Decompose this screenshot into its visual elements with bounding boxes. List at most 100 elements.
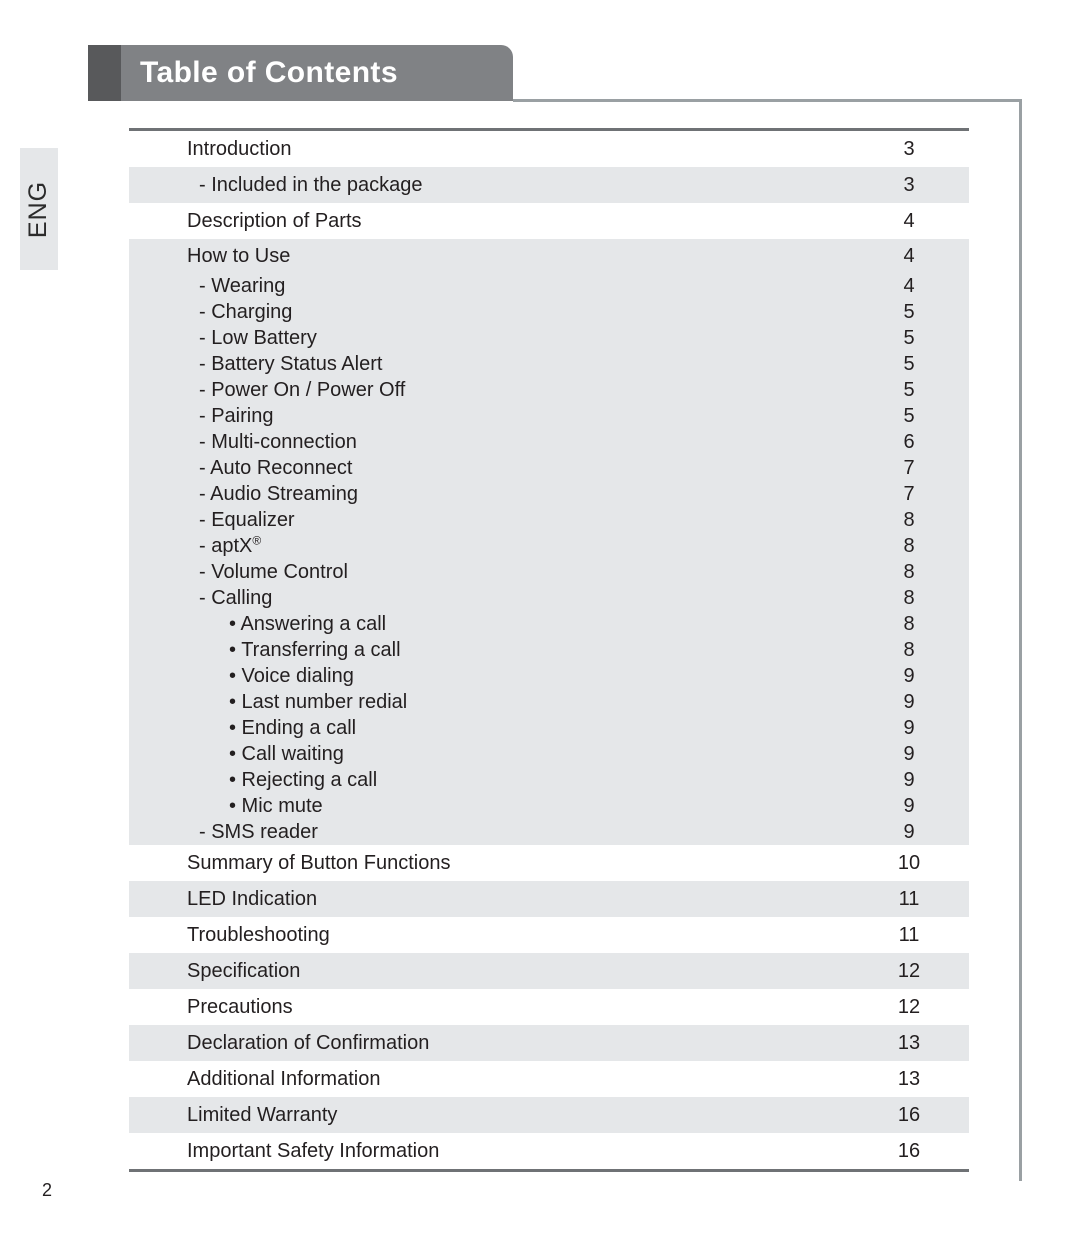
header-accent-block (88, 45, 121, 101)
toc-entry-label: How to Use (187, 244, 291, 267)
toc-row[interactable]: - Auto Reconnect 7 (129, 455, 969, 481)
toc-entry-label: • Voice dialing (229, 664, 354, 687)
toc-entry-label: - Power On / Power Off (199, 378, 406, 401)
toc-row[interactable]: How to Use 4 (129, 239, 969, 273)
toc-entry-label: • Last number redial (229, 690, 408, 713)
toc-entry-label: Summary of Button Functions (187, 851, 451, 874)
toc-entry-label: - aptX® (199, 532, 262, 557)
toc-entry-page-number: 5 (903, 300, 915, 323)
toc-entry-page-number: 5 (903, 378, 915, 401)
toc-entry-page-number: 8 (903, 638, 915, 661)
toc-row[interactable]: - Pairing 5 (129, 403, 969, 429)
toc-row[interactable]: - Audio Streaming 7 (129, 481, 969, 507)
toc-entry-label: Specification (187, 959, 301, 982)
toc-entry-page-number: 11 (898, 923, 920, 946)
toc-entry-label: • Mic mute (229, 794, 323, 817)
toc-entry-label: - Multi-connection (199, 430, 357, 453)
toc-entry-label: • Call waiting (229, 742, 344, 765)
toc-entry-label: Important Safety Information (187, 1139, 440, 1162)
toc-entry-label: Troubleshooting (187, 923, 330, 946)
toc-entry-page-number: 9 (903, 664, 915, 687)
toc-entry-page-number: 11 (898, 887, 920, 910)
toc-entry-page-number: 10 (897, 851, 921, 874)
toc-row[interactable]: Limited Warranty 16 (129, 1097, 969, 1133)
toc-entry-page-number: 12 (897, 995, 921, 1018)
toc-entry-label: - Battery Status Alert (199, 352, 383, 375)
toc-row[interactable]: • Voice dialing 9 (129, 663, 969, 689)
toc-bottom-rule (129, 1169, 969, 1172)
toc-entry-page-number: 9 (903, 742, 915, 765)
page-frame-right-rule (1019, 100, 1022, 1181)
toc-entry-page-number: 7 (903, 456, 915, 479)
toc-entry-label: - Equalizer (199, 508, 295, 531)
toc-entry-label: Declaration of Confirmation (187, 1031, 430, 1054)
toc-row[interactable]: Additional Information 13 (129, 1061, 969, 1097)
toc-entry-label: - Charging (199, 300, 293, 323)
toc-entry-label: - Low Battery (199, 326, 317, 349)
toc-row[interactable]: • Transferring a call 8 (129, 637, 969, 663)
toc-row[interactable]: - Volume Control 8 (129, 559, 969, 585)
toc-row[interactable]: Precautions 12 (129, 989, 969, 1025)
toc-row[interactable]: - Multi-connection 6 (129, 429, 969, 455)
toc-entry-page-number: 9 (903, 716, 915, 739)
toc-row[interactable]: - Equalizer 8 (129, 507, 969, 533)
toc-row[interactable]: LED Indication 11 (129, 881, 969, 917)
toc-entry-label: Precautions (187, 995, 293, 1018)
toc-row[interactable]: - Low Battery 5 (129, 325, 969, 351)
table-of-contents: Introduction 3 - Included in the package 3 D… (129, 128, 969, 1172)
toc-entry-label: Description of Parts (187, 209, 362, 232)
toc-row[interactable]: - Calling 8 (129, 585, 969, 611)
toc-row[interactable]: - Power On / Power Off 5 (129, 377, 969, 403)
toc-entry-label: - SMS reader (199, 820, 318, 843)
toc-row[interactable]: - SMS reader 9 (129, 819, 969, 845)
toc-entry-page-number: 3 (903, 173, 915, 196)
page-frame-top-rule (513, 99, 1022, 102)
toc-entry-page-number: 4 (903, 209, 915, 232)
toc-entry-page-number: 8 (903, 534, 915, 557)
toc-row[interactable]: • Ending a call 9 (129, 715, 969, 741)
toc-entry-page-number: 13 (897, 1031, 921, 1054)
toc-row[interactable]: - Charging 5 (129, 299, 969, 325)
toc-entry-page-number: 9 (903, 794, 915, 817)
toc-entry-page-number: 13 (897, 1067, 921, 1090)
toc-entry-page-number: 5 (903, 404, 915, 427)
toc-row[interactable]: • Rejecting a call 9 (129, 767, 969, 793)
toc-row[interactable]: • Call waiting 9 (129, 741, 969, 767)
toc-entry-page-number: 8 (903, 612, 915, 635)
toc-entry-page-number: 4 (903, 244, 915, 267)
toc-entry-page-number: 5 (903, 352, 915, 375)
toc-row[interactable]: • Answering a call 8 (129, 611, 969, 637)
toc-row[interactable]: Introduction 3 (129, 131, 969, 167)
page-title: Table of Contents (140, 56, 398, 89)
toc-row[interactable]: - Battery Status Alert 5 (129, 351, 969, 377)
toc-entry-label: • Answering a call (229, 612, 387, 635)
toc-entry-label: Additional Information (187, 1067, 381, 1090)
page-header-banner: Table of Contents (88, 45, 513, 101)
toc-entry-label: • Rejecting a call (229, 768, 378, 791)
toc-row[interactable]: Specification 12 (129, 953, 969, 989)
toc-row[interactable]: • Mic mute 9 (129, 793, 969, 819)
toc-entry-page-number: 9 (903, 690, 915, 713)
toc-entry-page-number: 5 (903, 326, 915, 349)
toc-row[interactable]: - Included in the package 3 (129, 167, 969, 203)
toc-entry-page-number: 4 (903, 274, 915, 297)
registered-trademark-icon: ® (252, 532, 262, 547)
toc-entry-label: - Wearing (199, 274, 286, 297)
toc-row[interactable]: Description of Parts 4 (129, 203, 969, 239)
page-number-folio: 2 (42, 1180, 53, 1200)
toc-entry-page-number: 9 (903, 768, 915, 791)
toc-row[interactable]: Summary of Button Functions 10 (129, 845, 969, 881)
toc-row[interactable]: • Last number redial 9 (129, 689, 969, 715)
toc-row[interactable]: - Wearing 4 (129, 273, 969, 299)
toc-entry-page-number: 3 (903, 137, 915, 160)
toc-row[interactable]: Troubleshooting 11 (129, 917, 969, 953)
toc-row[interactable]: Important Safety Information 16 (129, 1133, 969, 1169)
toc-entry-page-number: 7 (903, 482, 915, 505)
toc-entry-label: Limited Warranty (187, 1103, 338, 1126)
toc-row[interactable]: Declaration of Confirmation 13 (129, 1025, 969, 1061)
toc-row[interactable]: - aptX® 8 (129, 533, 969, 559)
toc-entry-page-number: 8 (903, 508, 915, 531)
toc-entry-label: - Calling (199, 586, 273, 609)
toc-entry-label: • Transferring a call (229, 638, 401, 661)
toc-entry-page-number: 8 (903, 560, 915, 583)
